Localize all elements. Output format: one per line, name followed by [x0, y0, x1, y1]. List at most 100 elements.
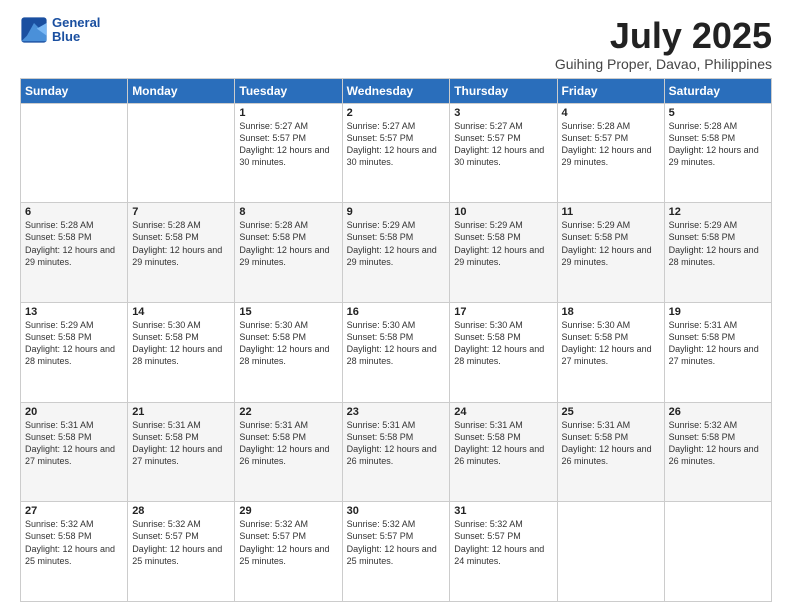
- day-number: 22: [239, 406, 337, 418]
- day-number: 29: [239, 505, 337, 517]
- column-header-tuesday: Tuesday: [235, 78, 342, 103]
- day-info: Sunrise: 5:32 AM Sunset: 5:57 PM Dayligh…: [454, 518, 552, 567]
- day-cell: 24Sunrise: 5:31 AM Sunset: 5:58 PM Dayli…: [450, 402, 557, 502]
- day-cell: 1Sunrise: 5:27 AM Sunset: 5:57 PM Daylig…: [235, 103, 342, 203]
- day-number: 25: [562, 406, 660, 418]
- day-number: 19: [669, 306, 767, 318]
- day-info: Sunrise: 5:32 AM Sunset: 5:57 PM Dayligh…: [347, 518, 446, 567]
- calendar-header: SundayMondayTuesdayWednesdayThursdayFrid…: [21, 78, 772, 103]
- calendar: SundayMondayTuesdayWednesdayThursdayFrid…: [20, 78, 772, 602]
- day-cell: 10Sunrise: 5:29 AM Sunset: 5:58 PM Dayli…: [450, 203, 557, 303]
- day-number: 11: [562, 206, 660, 218]
- day-number: 4: [562, 107, 660, 119]
- day-info: Sunrise: 5:28 AM Sunset: 5:58 PM Dayligh…: [132, 219, 230, 268]
- column-header-saturday: Saturday: [664, 78, 771, 103]
- day-number: 26: [669, 406, 767, 418]
- day-info: Sunrise: 5:30 AM Sunset: 5:58 PM Dayligh…: [132, 319, 230, 368]
- week-row-1: 1Sunrise: 5:27 AM Sunset: 5:57 PM Daylig…: [21, 103, 772, 203]
- day-cell: [21, 103, 128, 203]
- day-number: 6: [25, 206, 123, 218]
- column-header-monday: Monday: [128, 78, 235, 103]
- day-cell: 16Sunrise: 5:30 AM Sunset: 5:58 PM Dayli…: [342, 302, 450, 402]
- day-cell: 6Sunrise: 5:28 AM Sunset: 5:58 PM Daylig…: [21, 203, 128, 303]
- day-info: Sunrise: 5:28 AM Sunset: 5:58 PM Dayligh…: [239, 219, 337, 268]
- logo-text: General Blue: [52, 16, 100, 45]
- day-info: Sunrise: 5:32 AM Sunset: 5:57 PM Dayligh…: [132, 518, 230, 567]
- day-cell: 11Sunrise: 5:29 AM Sunset: 5:58 PM Dayli…: [557, 203, 664, 303]
- day-info: Sunrise: 5:32 AM Sunset: 5:57 PM Dayligh…: [239, 518, 337, 567]
- day-cell: 13Sunrise: 5:29 AM Sunset: 5:58 PM Dayli…: [21, 302, 128, 402]
- week-row-2: 6Sunrise: 5:28 AM Sunset: 5:58 PM Daylig…: [21, 203, 772, 303]
- calendar-body: 1Sunrise: 5:27 AM Sunset: 5:57 PM Daylig…: [21, 103, 772, 601]
- day-info: Sunrise: 5:29 AM Sunset: 5:58 PM Dayligh…: [454, 219, 552, 268]
- day-info: Sunrise: 5:29 AM Sunset: 5:58 PM Dayligh…: [562, 219, 660, 268]
- day-cell: 7Sunrise: 5:28 AM Sunset: 5:58 PM Daylig…: [128, 203, 235, 303]
- day-info: Sunrise: 5:31 AM Sunset: 5:58 PM Dayligh…: [562, 419, 660, 468]
- day-number: 8: [239, 206, 337, 218]
- day-number: 1: [239, 107, 337, 119]
- column-header-sunday: Sunday: [21, 78, 128, 103]
- day-number: 17: [454, 306, 552, 318]
- day-info: Sunrise: 5:32 AM Sunset: 5:58 PM Dayligh…: [669, 419, 767, 468]
- day-info: Sunrise: 5:28 AM Sunset: 5:57 PM Dayligh…: [562, 120, 660, 169]
- day-info: Sunrise: 5:27 AM Sunset: 5:57 PM Dayligh…: [239, 120, 337, 169]
- logo-line1: General: [52, 16, 100, 30]
- day-info: Sunrise: 5:27 AM Sunset: 5:57 PM Dayligh…: [347, 120, 446, 169]
- day-number: 31: [454, 505, 552, 517]
- day-cell: 15Sunrise: 5:30 AM Sunset: 5:58 PM Dayli…: [235, 302, 342, 402]
- week-row-3: 13Sunrise: 5:29 AM Sunset: 5:58 PM Dayli…: [21, 302, 772, 402]
- day-info: Sunrise: 5:32 AM Sunset: 5:58 PM Dayligh…: [25, 518, 123, 567]
- day-info: Sunrise: 5:30 AM Sunset: 5:58 PM Dayligh…: [347, 319, 446, 368]
- day-cell: 20Sunrise: 5:31 AM Sunset: 5:58 PM Dayli…: [21, 402, 128, 502]
- day-info: Sunrise: 5:28 AM Sunset: 5:58 PM Dayligh…: [25, 219, 123, 268]
- logo: General Blue: [20, 16, 100, 45]
- day-cell: 19Sunrise: 5:31 AM Sunset: 5:58 PM Dayli…: [664, 302, 771, 402]
- day-number: 5: [669, 107, 767, 119]
- day-number: 15: [239, 306, 337, 318]
- day-cell: 26Sunrise: 5:32 AM Sunset: 5:58 PM Dayli…: [664, 402, 771, 502]
- day-number: 10: [454, 206, 552, 218]
- day-cell: [664, 502, 771, 602]
- logo-icon: [20, 16, 48, 44]
- day-number: 27: [25, 505, 123, 517]
- day-cell: 22Sunrise: 5:31 AM Sunset: 5:58 PM Dayli…: [235, 402, 342, 502]
- day-info: Sunrise: 5:31 AM Sunset: 5:58 PM Dayligh…: [669, 319, 767, 368]
- day-info: Sunrise: 5:29 AM Sunset: 5:58 PM Dayligh…: [25, 319, 123, 368]
- day-number: 13: [25, 306, 123, 318]
- main-title: July 2025: [555, 16, 772, 56]
- day-info: Sunrise: 5:31 AM Sunset: 5:58 PM Dayligh…: [454, 419, 552, 468]
- day-cell: 14Sunrise: 5:30 AM Sunset: 5:58 PM Dayli…: [128, 302, 235, 402]
- day-info: Sunrise: 5:28 AM Sunset: 5:58 PM Dayligh…: [669, 120, 767, 169]
- column-header-wednesday: Wednesday: [342, 78, 450, 103]
- subtitle: Guihing Proper, Davao, Philippines: [555, 56, 772, 72]
- header-row: SundayMondayTuesdayWednesdayThursdayFrid…: [21, 78, 772, 103]
- day-number: 2: [347, 107, 446, 119]
- week-row-4: 20Sunrise: 5:31 AM Sunset: 5:58 PM Dayli…: [21, 402, 772, 502]
- day-number: 28: [132, 505, 230, 517]
- title-block: July 2025 Guihing Proper, Davao, Philipp…: [555, 16, 772, 72]
- day-cell: 2Sunrise: 5:27 AM Sunset: 5:57 PM Daylig…: [342, 103, 450, 203]
- day-info: Sunrise: 5:29 AM Sunset: 5:58 PM Dayligh…: [669, 219, 767, 268]
- day-number: 7: [132, 206, 230, 218]
- day-cell: 28Sunrise: 5:32 AM Sunset: 5:57 PM Dayli…: [128, 502, 235, 602]
- day-cell: 23Sunrise: 5:31 AM Sunset: 5:58 PM Dayli…: [342, 402, 450, 502]
- day-info: Sunrise: 5:31 AM Sunset: 5:58 PM Dayligh…: [132, 419, 230, 468]
- day-cell: 31Sunrise: 5:32 AM Sunset: 5:57 PM Dayli…: [450, 502, 557, 602]
- day-cell: 29Sunrise: 5:32 AM Sunset: 5:57 PM Dayli…: [235, 502, 342, 602]
- day-number: 18: [562, 306, 660, 318]
- day-cell: 18Sunrise: 5:30 AM Sunset: 5:58 PM Dayli…: [557, 302, 664, 402]
- day-number: 14: [132, 306, 230, 318]
- day-number: 12: [669, 206, 767, 218]
- day-number: 24: [454, 406, 552, 418]
- day-cell: [128, 103, 235, 203]
- day-cell: 21Sunrise: 5:31 AM Sunset: 5:58 PM Dayli…: [128, 402, 235, 502]
- day-info: Sunrise: 5:27 AM Sunset: 5:57 PM Dayligh…: [454, 120, 552, 169]
- day-info: Sunrise: 5:31 AM Sunset: 5:58 PM Dayligh…: [347, 419, 446, 468]
- week-row-5: 27Sunrise: 5:32 AM Sunset: 5:58 PM Dayli…: [21, 502, 772, 602]
- day-number: 30: [347, 505, 446, 517]
- day-number: 16: [347, 306, 446, 318]
- column-header-friday: Friday: [557, 78, 664, 103]
- day-info: Sunrise: 5:30 AM Sunset: 5:58 PM Dayligh…: [239, 319, 337, 368]
- day-cell: 12Sunrise: 5:29 AM Sunset: 5:58 PM Dayli…: [664, 203, 771, 303]
- day-cell: [557, 502, 664, 602]
